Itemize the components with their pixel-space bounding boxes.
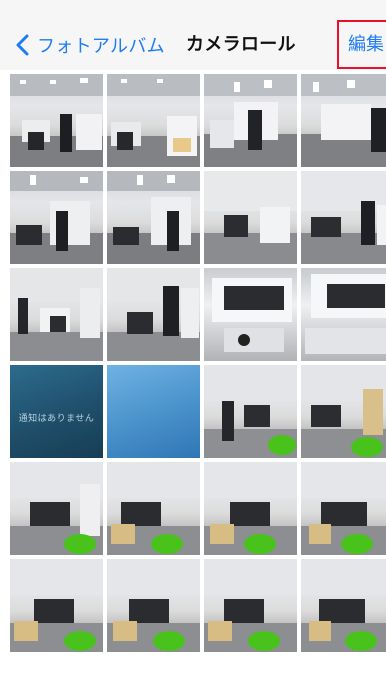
back-button[interactable]: フォトアルバム <box>12 30 165 60</box>
photo-thumbnail[interactable] <box>204 559 297 652</box>
photo-thumbnail[interactable] <box>204 365 297 458</box>
photo-thumbnail[interactable] <box>107 559 200 652</box>
photo-library-screen: フォトアルバム カメラロール 編集 通知はありません <box>0 0 386 683</box>
photo-thumbnail[interactable] <box>107 268 200 361</box>
navigation-bar: フォトアルバム カメラロール 編集 <box>0 0 386 70</box>
photo-thumbnail[interactable] <box>10 462 103 555</box>
photo-thumbnail[interactable] <box>10 171 103 264</box>
lock-screen-text: 通知はありません <box>18 414 95 424</box>
photo-thumbnail[interactable] <box>301 171 386 264</box>
photo-thumbnail[interactable] <box>204 171 297 264</box>
photo-thumbnail[interactable] <box>204 74 297 167</box>
photo-thumbnail[interactable] <box>204 268 297 361</box>
photo-thumbnail[interactable] <box>107 74 200 167</box>
photo-thumbnail-lock-screen[interactable]: 通知はありません <box>10 365 103 458</box>
photo-thumbnail[interactable] <box>10 268 103 361</box>
photo-thumbnail[interactable] <box>10 74 103 167</box>
photo-grid: 通知はありません <box>10 0 386 652</box>
back-button-label: フォトアルバム <box>37 36 165 57</box>
photo-thumbnail[interactable] <box>107 462 200 555</box>
photo-thumbnail[interactable] <box>301 365 386 458</box>
photo-thumbnail[interactable] <box>10 559 103 652</box>
chevron-left-icon <box>16 34 29 56</box>
photo-thumbnail[interactable] <box>301 559 386 652</box>
edit-button[interactable]: 編集 <box>337 20 386 69</box>
photo-thumbnail[interactable] <box>107 171 200 264</box>
photo-thumbnail[interactable] <box>301 74 386 167</box>
photo-thumbnail[interactable] <box>204 462 297 555</box>
photo-thumbnail[interactable] <box>301 462 386 555</box>
photo-thumbnail-lock-screen[interactable] <box>107 365 200 458</box>
page-title: カメラロール <box>186 34 296 55</box>
photo-thumbnail[interactable] <box>301 268 386 361</box>
